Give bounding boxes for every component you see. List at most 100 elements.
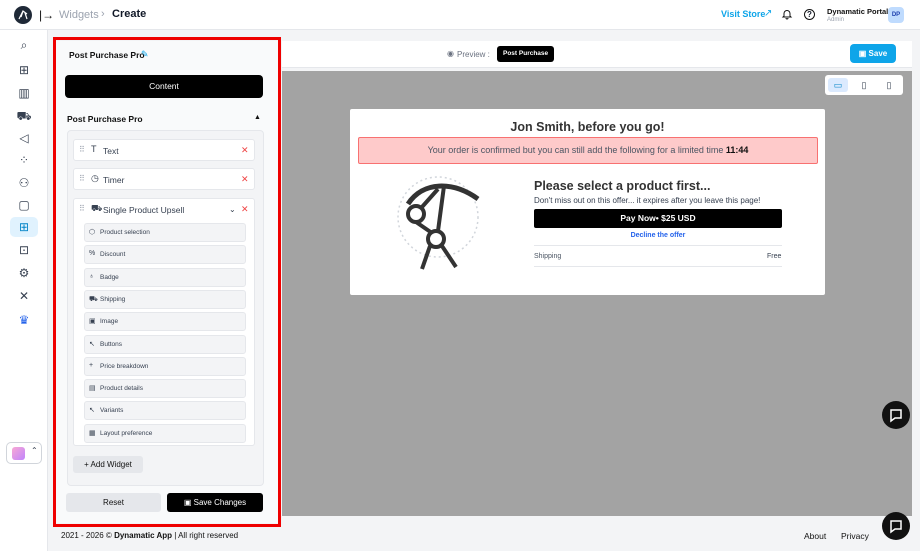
- delete-icon[interactable]: ✕: [241, 174, 249, 185]
- divider: [534, 245, 782, 246]
- banner-text: Your order is confirmed but you can stil…: [427, 145, 726, 155]
- drag-handle-icon[interactable]: ⠿: [79, 204, 85, 213]
- upsell-options: ⬡ Product selection % Discount ♁ Badge ⛟ Shi…: [73, 219, 255, 446]
- footer-copyright: 2021 - 2026 © Dynamatic App | All right …: [61, 531, 238, 540]
- pointer-icon: ↖: [89, 341, 95, 348]
- widget-editor-panel: Post Purchase Pro ✎ Content Post Purchas…: [56, 41, 278, 523]
- pay-now-button[interactable]: Pay Now• $25 USD: [534, 209, 782, 228]
- option-label: Shipping: [100, 296, 126, 303]
- copyright-prefix: 2021 - 2026 ©: [61, 531, 112, 540]
- option-shipping[interactable]: ⛟ Shipping: [84, 290, 246, 309]
- text-icon: T: [91, 144, 97, 154]
- breadcrumb-widgets[interactable]: Widgets: [59, 9, 99, 21]
- option-price-breakdown[interactable]: + Price breakdown: [84, 357, 246, 376]
- option-label: Product selection: [100, 229, 150, 236]
- avatar[interactable]: DP: [888, 7, 904, 23]
- widget-item-text[interactable]: ⠿ T Text ✕: [73, 139, 255, 161]
- device-switcher: ▭ ▯ ▯: [825, 75, 903, 95]
- preview-mode-badge[interactable]: Post Purchase: [497, 46, 555, 62]
- sidebar-toggle-icon[interactable]: |→: [39, 8, 54, 22]
- product-subtitle: Don't miss out on this offer... it expir…: [534, 196, 761, 205]
- chat-icon[interactable]: [882, 401, 910, 429]
- settings-icon[interactable]: ⚙: [16, 265, 32, 281]
- chevron-up-icon[interactable]: ▲: [254, 114, 261, 121]
- visit-store-link[interactable]: Visit Store: [721, 9, 765, 19]
- option-image[interactable]: ▣ Image: [84, 312, 246, 331]
- option-layout-preference[interactable]: ▦ Layout preference: [84, 424, 246, 443]
- chevron-down-icon[interactable]: ⌄: [229, 205, 236, 214]
- product-placeholder-image: [397, 176, 480, 270]
- page-title: Create: [112, 8, 147, 20]
- widget-list: ⠿ T Text ✕ ⠿ ◷ Timer ✕ ⠿ ⛟ Single Produc…: [67, 130, 264, 486]
- delete-icon[interactable]: ✕: [241, 145, 249, 156]
- dashboard-icon[interactable]: ⊞: [16, 62, 32, 78]
- option-product-selection[interactable]: ⬡ Product selection: [84, 223, 246, 242]
- widget-label: Timer: [103, 175, 125, 185]
- banner-timer: 11:44: [725, 145, 749, 155]
- panel-title: Post Purchase Pro: [69, 50, 145, 60]
- details-icon: ▤: [89, 385, 96, 392]
- users-icon[interactable]: ⚇: [16, 175, 32, 191]
- content-tab-button[interactable]: Content: [65, 75, 263, 98]
- save-icon: ▣: [858, 49, 869, 58]
- option-product-details[interactable]: ▤ Product details: [84, 379, 246, 398]
- upsell-heading: Jon Smith, before you go!: [510, 120, 665, 134]
- timer-icon: ◷: [91, 173, 99, 183]
- plus-icon: +: [89, 362, 94, 369]
- drag-handle-icon[interactable]: ⠿: [79, 174, 85, 183]
- preview-canvas: ▭ ▯ ▯ Jon Smith, before you go! Your ord…: [282, 71, 912, 516]
- chat-icon[interactable]: [882, 512, 910, 540]
- option-badge[interactable]: ♁ Badge: [84, 268, 246, 287]
- footer-about-link[interactable]: About: [804, 531, 826, 541]
- cart-icon[interactable]: ⛟: [16, 108, 32, 124]
- delete-icon[interactable]: ✕: [241, 204, 249, 215]
- tools-icon[interactable]: ✕: [16, 288, 32, 304]
- widgets-icon[interactable]: ⊞: [10, 217, 38, 237]
- save-changes-button[interactable]: ▣ Save Changes: [167, 493, 263, 512]
- reset-button[interactable]: Reset: [66, 493, 161, 512]
- option-variants[interactable]: ↖ Variants: [84, 401, 246, 420]
- divider: [534, 266, 782, 267]
- cursor-icon: ↖: [89, 407, 95, 414]
- desktop-icon[interactable]: ▭: [828, 78, 848, 92]
- option-label: Price breakdown: [100, 363, 149, 370]
- option-label: Product details: [100, 385, 143, 392]
- option-label: Discount: [100, 251, 126, 258]
- crown-icon[interactable]: ♛: [16, 312, 32, 328]
- tablet-icon[interactable]: ▯: [854, 78, 874, 92]
- integrations-icon[interactable]: ⁘: [16, 152, 32, 168]
- scan-icon[interactable]: ⊡: [16, 242, 32, 258]
- search-icon[interactable]: ⌕: [16, 37, 32, 53]
- widget-item-timer[interactable]: ⠿ ◷ Timer ✕: [73, 168, 255, 190]
- section-title[interactable]: Post Purchase Pro: [67, 114, 143, 124]
- external-link-icon[interactable]: ↗: [764, 8, 772, 19]
- eye-icon: ◉: [447, 49, 454, 58]
- footer-privacy-link[interactable]: Privacy: [841, 531, 869, 541]
- save-label: Save: [868, 49, 888, 58]
- widget-item-single-product-upsell[interactable]: ⠿ ⛟ Single Product Upsell ⌄ ✕: [73, 198, 255, 220]
- help-icon[interactable]: ?: [804, 9, 815, 20]
- megaphone-icon[interactable]: ◁: [16, 130, 32, 146]
- bell-icon[interactable]: [781, 8, 793, 20]
- option-buttons[interactable]: ↖ Buttons: [84, 335, 246, 354]
- add-widget-button[interactable]: + Add Widget: [73, 456, 143, 473]
- drag-handle-icon[interactable]: ⠿: [79, 145, 85, 154]
- mobile-icon[interactable]: ▯: [879, 78, 899, 92]
- app-logo[interactable]: [14, 6, 32, 24]
- footer-brand: Dynamatic App: [114, 531, 172, 540]
- chevron-updown-icon: ⌃: [31, 446, 38, 455]
- top-bar: |→ Widgets › Create Visit Store ↗ ? Dyna…: [0, 0, 920, 30]
- save-button[interactable]: ▣ Save: [850, 44, 896, 63]
- layout-icon: ▦: [89, 430, 96, 437]
- app-switcher[interactable]: ⌃: [6, 442, 42, 464]
- image-icon: ▣: [89, 318, 96, 325]
- analytics-icon[interactable]: ▥: [16, 85, 32, 101]
- option-label: Badge: [100, 274, 119, 281]
- portal-name: Dynamatic Portal: [827, 7, 889, 16]
- decline-offer-link[interactable]: Decline the offer: [534, 232, 782, 239]
- edit-title-icon[interactable]: ✎: [141, 49, 149, 60]
- pages-icon[interactable]: ▢: [16, 197, 32, 213]
- preview-label: Preview :: [457, 50, 490, 59]
- box-icon: ⬡: [89, 229, 96, 236]
- option-discount[interactable]: % Discount: [84, 245, 246, 264]
